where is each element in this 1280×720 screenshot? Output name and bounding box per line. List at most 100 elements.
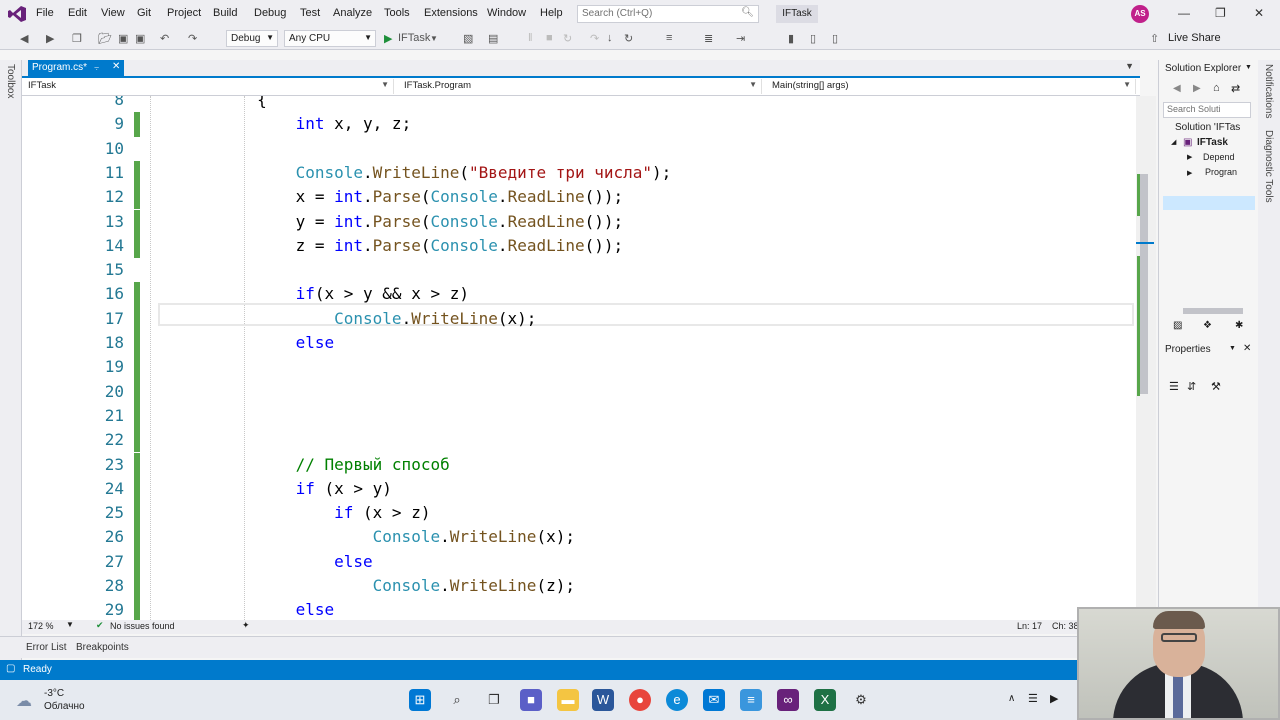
menu-debug[interactable]: Debug	[254, 7, 286, 19]
menu-analyze[interactable]: Analyze	[333, 7, 372, 19]
code-line[interactable]: 17 Console.WriteLine(x);	[22, 306, 1132, 331]
bookmark-icon[interactable]: ▮	[788, 32, 794, 45]
menu-help[interactable]: Help	[540, 7, 563, 19]
menu-project[interactable]: Project	[167, 7, 201, 19]
menu-test[interactable]: Test	[300, 7, 320, 19]
code-line[interactable]: 29 else	[22, 598, 1132, 620]
restart-icon[interactable]: ↻	[563, 32, 572, 45]
menu-git[interactable]: Git	[137, 7, 151, 19]
word-icon[interactable]: W	[592, 689, 614, 711]
back-icon[interactable]: ◀	[20, 32, 28, 45]
notepad-icon[interactable]: ≡	[740, 689, 762, 711]
step-over-icon[interactable]: ↷	[590, 32, 599, 45]
search-input[interactable]: Search (Ctrl+Q) 🔍︎	[577, 5, 759, 23]
menu-build[interactable]: Build	[213, 7, 237, 19]
tray-chevron-icon[interactable]: ∧	[1008, 693, 1015, 704]
chevron-down-icon[interactable]: ▼	[1245, 64, 1252, 71]
properties-icon[interactable]: ▨	[1173, 320, 1182, 331]
format-icon[interactable]: ≡	[666, 32, 672, 44]
code-line[interactable]: 18 else	[22, 331, 1132, 356]
expand-icon[interactable]: ◢	[1171, 138, 1176, 146]
pause-icon[interactable]: ‖	[528, 32, 533, 44]
bookmark-prev-icon[interactable]: ▯	[810, 32, 816, 45]
code-editor[interactable]: 8 {9 int x, y, z; 10 11 Console.WriteLine(…	[22, 96, 1140, 620]
browser-icon[interactable]: ▤	[488, 32, 498, 45]
code-line[interactable]: 12 x = int.Parse(Console.ReadLine());	[22, 185, 1132, 210]
chevron-down-icon[interactable]: ▼	[430, 34, 438, 43]
pin-icon[interactable]: ⨪	[94, 62, 99, 73]
forward-icon[interactable]: ▶	[46, 32, 54, 45]
start-icon[interactable]: ▶	[384, 32, 392, 45]
tab-breakpoints[interactable]: Breakpoints	[76, 642, 129, 653]
code-line[interactable]: 14 z = int.Parse(Console.ReadLine());	[22, 233, 1132, 259]
code-line[interactable]: 16 if(x > y && x > z)	[22, 282, 1132, 307]
menu-edit[interactable]: Edit	[68, 7, 87, 19]
tree-solution[interactable]: Solution 'IFTas	[1175, 122, 1240, 133]
team-explorer-icon[interactable]: ✱	[1235, 320, 1243, 331]
categorized-icon[interactable]: ☰	[1169, 380, 1179, 393]
code-line[interactable]: 21	[22, 403, 1132, 429]
back-icon[interactable]: ◀	[1173, 83, 1181, 94]
notifications-tab[interactable]: Notifications	[1263, 64, 1274, 118]
comment-icon[interactable]: ≣	[704, 32, 713, 45]
chrome-icon[interactable]: ●	[629, 689, 651, 711]
save-all-icon[interactable]: ▣	[135, 32, 145, 45]
class-dropdown[interactable]: IFTask.Program ▼	[398, 79, 762, 94]
menu-view[interactable]: View	[101, 7, 125, 19]
code-line[interactable]: 28 Console.WriteLine(z);	[22, 574, 1132, 599]
tab-list-chevron-icon[interactable]: ▼	[1125, 61, 1134, 71]
config-select[interactable]: Debug ▼	[226, 30, 278, 47]
member-dropdown[interactable]: Main(string[] args) ▼	[766, 79, 1136, 94]
network-icon[interactable]: ☰	[1028, 692, 1038, 705]
step-into-icon[interactable]: ↓	[607, 32, 613, 44]
run-target-label[interactable]: IFTask	[398, 32, 430, 44]
visual-studio-taskbar-icon[interactable]: ∞	[777, 689, 799, 711]
close-icon[interactable]: ✕	[1243, 343, 1251, 354]
collapse-icon[interactable]: ▶	[1187, 169, 1192, 177]
horizontal-scrollbar-thumb[interactable]	[1183, 308, 1243, 314]
indent-icon[interactable]: ⇥	[736, 32, 745, 45]
code-line[interactable]: 19	[22, 355, 1132, 380]
chevron-down-icon[interactable]: ▼	[1229, 345, 1236, 352]
chevron-down-icon[interactable]: ▼	[66, 620, 74, 629]
code-line[interactable]: 8 {	[22, 96, 1132, 112]
tree-dependencies[interactable]: Depend	[1203, 152, 1235, 162]
step-out-icon[interactable]: ↻	[624, 32, 633, 45]
code-line[interactable]: 11 Console.WriteLine("Введите три числа"…	[22, 160, 1132, 186]
alphabetical-icon[interactable]: ⇵	[1187, 380, 1196, 393]
code-line[interactable]: 22	[22, 428, 1132, 453]
bookmark-next-icon[interactable]: ▯	[832, 32, 838, 45]
home-icon[interactable]: ⌂	[1213, 82, 1220, 94]
code-line[interactable]: 24 if (x > y)	[22, 476, 1132, 502]
brush-icon[interactable]: ✦	[242, 620, 250, 631]
zoom-level[interactable]: 172 %	[28, 621, 54, 631]
minimize-icon[interactable]: —	[1178, 6, 1190, 20]
menu-window[interactable]: Window	[487, 7, 526, 19]
code-line[interactable]: 13 y = int.Parse(Console.ReadLine());	[22, 209, 1132, 234]
code-line[interactable]: 15	[22, 258, 1132, 282]
edge-icon[interactable]: e	[666, 689, 688, 711]
close-tab-icon[interactable]: ✕	[112, 61, 120, 72]
tree-program[interactable]: Progran	[1205, 167, 1237, 177]
scrollbar-thumb[interactable]	[1140, 174, 1148, 394]
code-line[interactable]: 20	[22, 379, 1132, 404]
tab-error-list[interactable]: Error List	[26, 642, 67, 653]
mail-icon[interactable]: ✉	[703, 689, 725, 711]
undo-icon[interactable]: ↶	[160, 32, 169, 45]
project-dropdown[interactable]: IFTask ▼	[22, 79, 394, 94]
code-line[interactable]: 26 Console.WriteLine(x);	[22, 525, 1132, 550]
new-project-icon[interactable]: ❐	[72, 32, 82, 45]
live-share-button[interactable]: Live Share	[1168, 32, 1221, 44]
git-changes-icon[interactable]: ❖	[1203, 320, 1212, 331]
task-view-icon[interactable]: ❐	[483, 689, 505, 711]
save-icon[interactable]: ▣	[118, 32, 128, 45]
property-pages-icon[interactable]: ⚒	[1211, 380, 1221, 393]
tree-project[interactable]: IFTask	[1197, 137, 1228, 148]
settings-icon[interactable]: ⚙	[850, 689, 872, 711]
code-line[interactable]: 10	[22, 137, 1132, 161]
forward-icon[interactable]: ▶	[1193, 83, 1201, 94]
menu-file[interactable]: File	[36, 7, 54, 19]
sync-icon[interactable]: ⇄	[1231, 82, 1240, 95]
toolbox-tab[interactable]: Toolbox	[5, 64, 16, 98]
stop-icon[interactable]: ■	[546, 32, 553, 44]
